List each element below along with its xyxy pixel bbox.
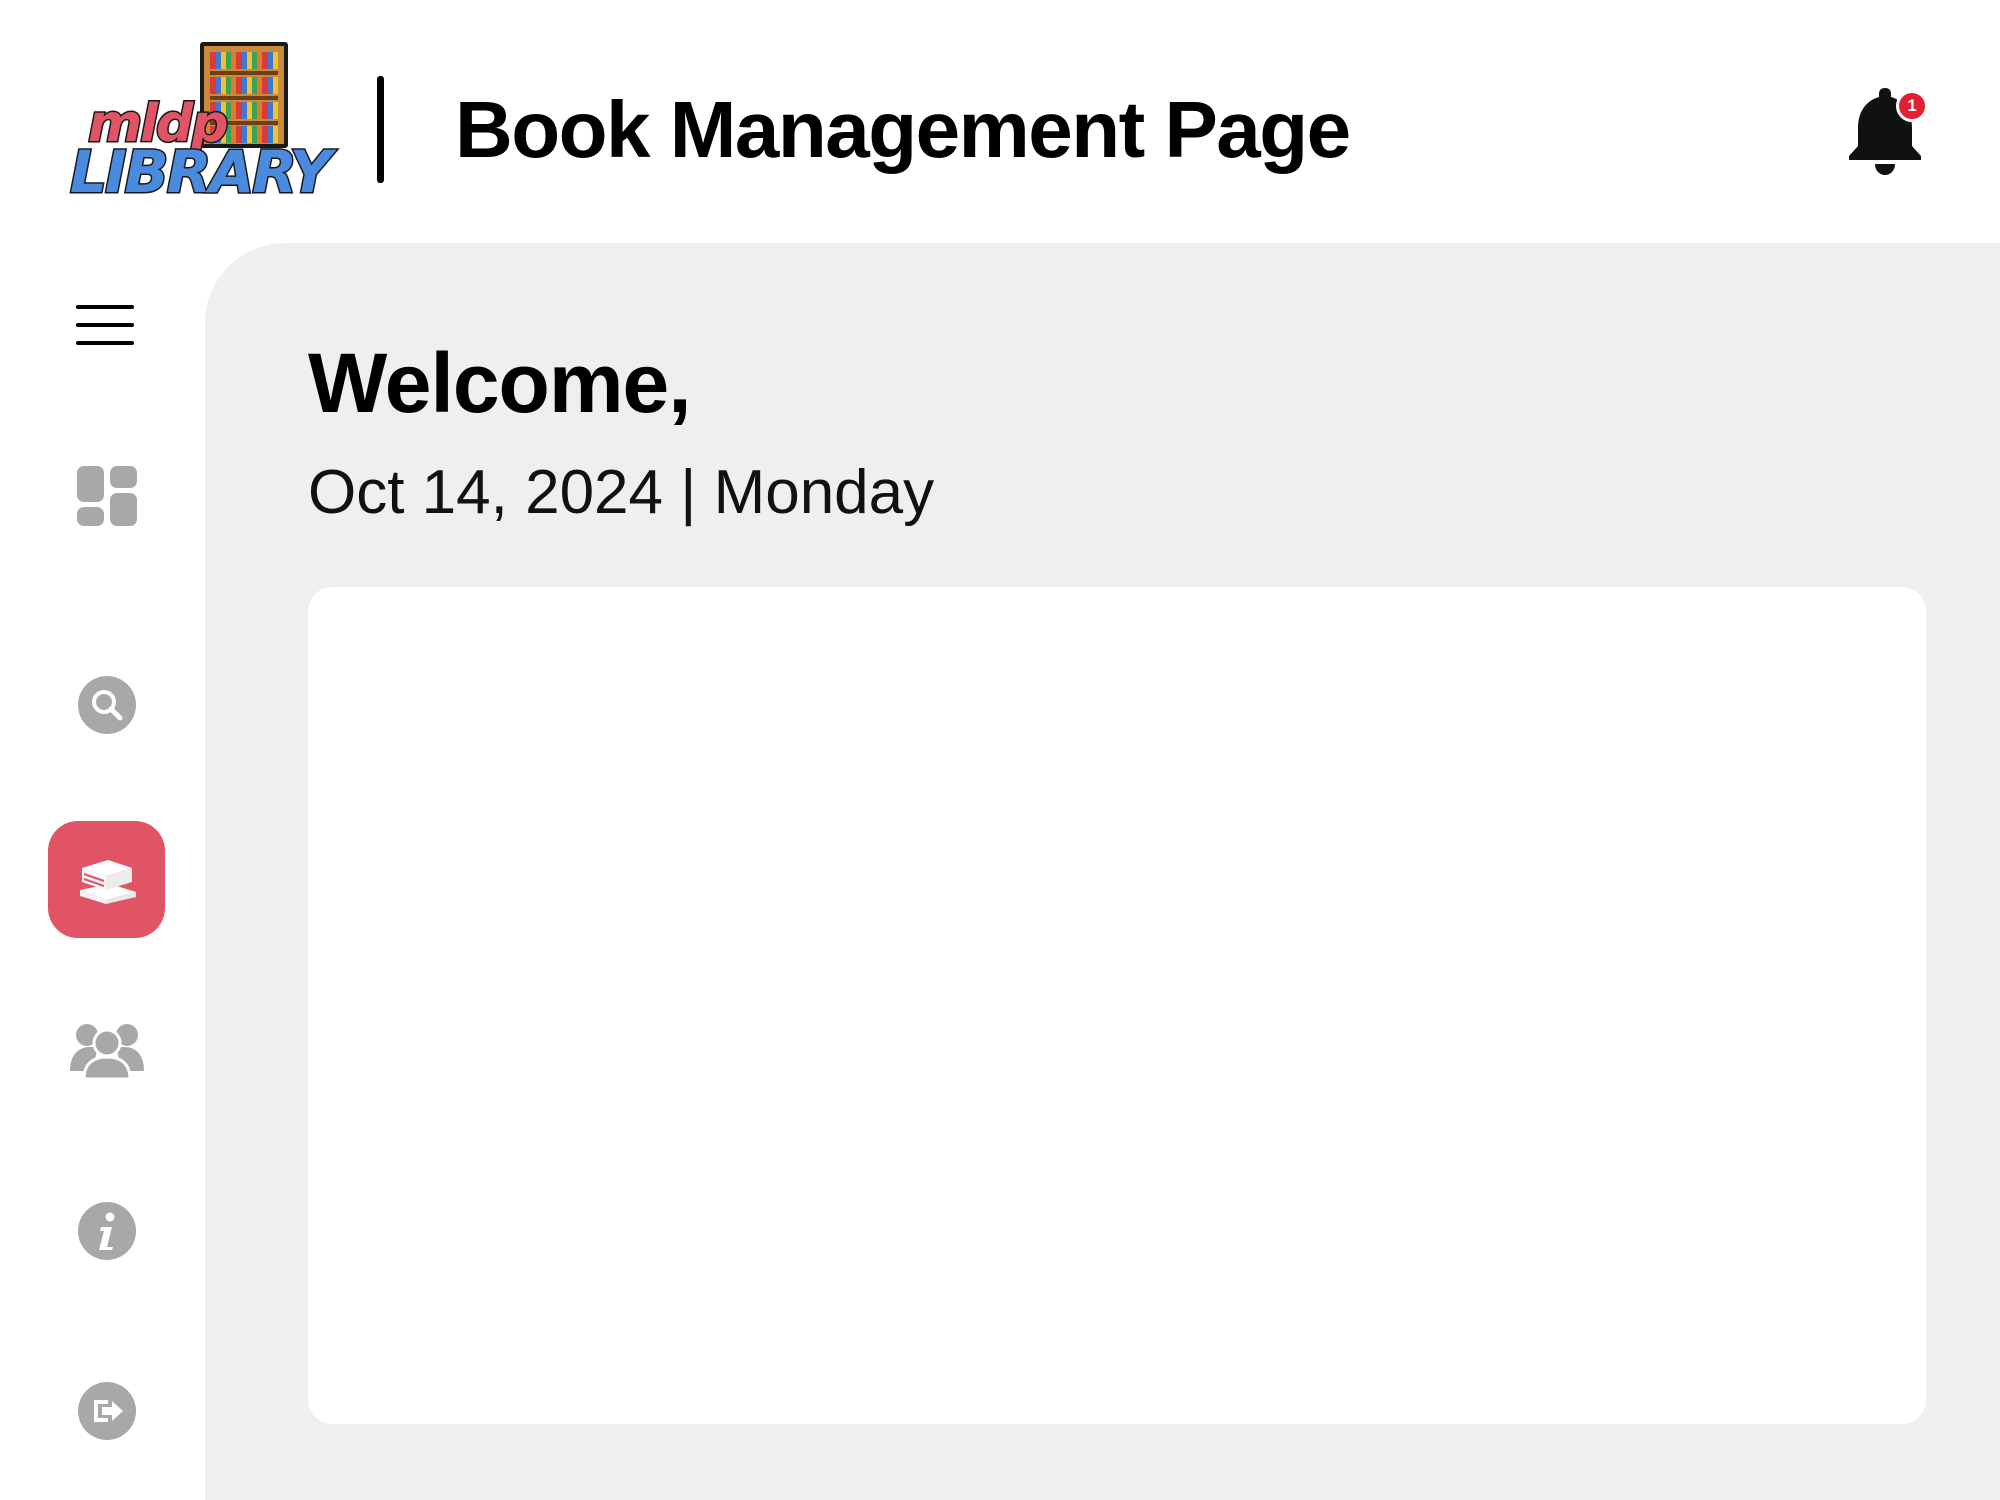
search-icon xyxy=(77,675,136,734)
main-content: Welcome, Oct 14, 2024 | Monday xyxy=(205,243,2000,1500)
header-divider xyxy=(377,76,384,183)
logo-text-bottom: LIBRARY xyxy=(69,137,334,208)
library-logo[interactable]: mldp LIBRARY xyxy=(68,40,333,212)
notification-badge: 1 xyxy=(1896,90,1928,122)
books-icon xyxy=(79,859,136,904)
dashboard-icon xyxy=(76,465,137,526)
sidebar-item-books[interactable] xyxy=(48,821,165,938)
logout-icon xyxy=(77,1381,136,1440)
page-title: Book Management Page xyxy=(455,85,1351,174)
sidebar-item-users[interactable] xyxy=(48,992,165,1109)
date-line: Oct 14, 2024 | Monday xyxy=(308,458,935,527)
sidebar-item-info[interactable] xyxy=(48,1172,165,1289)
welcome-heading: Welcome, xyxy=(308,336,692,430)
content-card xyxy=(308,587,1926,1424)
sidebar-item-search[interactable] xyxy=(48,646,165,763)
app-window: mldp LIBRARY Book Management Page 1 Welc… xyxy=(0,0,2000,1500)
sidebar xyxy=(0,243,205,1500)
info-icon xyxy=(77,1201,136,1260)
sidebar-item-logout[interactable] xyxy=(48,1352,165,1469)
top-header: mldp LIBRARY Book Management Page 1 xyxy=(0,0,2000,243)
sidebar-item-dashboard[interactable] xyxy=(48,437,165,554)
hamburger-menu-icon[interactable] xyxy=(76,303,138,349)
users-icon xyxy=(69,1023,144,1080)
